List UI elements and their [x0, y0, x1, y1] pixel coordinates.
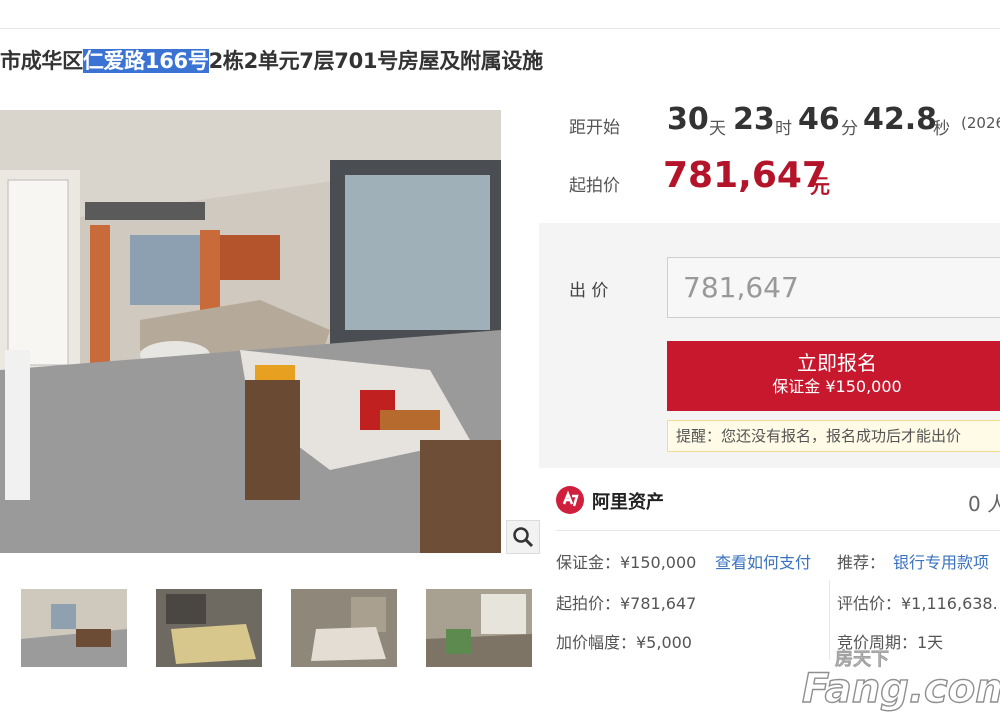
- thumbnail-1[interactable]: [21, 589, 127, 667]
- countdown-seconds: 42.8: [863, 102, 938, 137]
- thumbnail-image: [156, 589, 262, 667]
- main-photo[interactable]: [0, 110, 501, 553]
- register-button[interactable]: 立即报名 保证金 ¥150,000: [667, 341, 1000, 411]
- auction-cycle-info: 竞价周期：1天: [837, 633, 944, 652]
- thumbnail-4[interactable]: [426, 589, 532, 667]
- thumbnail-image: [291, 589, 397, 667]
- seller-count: 0 人: [968, 492, 1000, 516]
- increment-info: 加价幅度：¥5,000: [556, 633, 692, 652]
- title-prefix: 市成华区: [0, 49, 83, 73]
- how-to-pay-link[interactable]: 查看如何支付: [715, 549, 811, 573]
- start-price-info: 起拍价：¥781,647: [556, 594, 697, 613]
- thumbnail-3[interactable]: [291, 589, 397, 667]
- info-column-divider: [829, 580, 830, 660]
- bid-input[interactable]: 781,647: [667, 257, 1000, 318]
- start-price-unit: 元: [810, 174, 830, 198]
- bid-label: 出 价: [569, 281, 609, 301]
- thumbnail-image: [426, 589, 532, 667]
- countdown-days: 30: [667, 102, 709, 137]
- countdown-label: 距开始: [569, 118, 620, 138]
- countdown-hours: 23: [733, 102, 775, 137]
- register-notice: 提醒：您还没有报名，报名成功后才能出价: [667, 420, 1000, 452]
- zoom-button[interactable]: [506, 520, 540, 554]
- start-price-value: 781,647: [663, 155, 827, 196]
- recommend-label: 推荐：: [837, 553, 886, 572]
- countdown-minutes: 46: [798, 102, 840, 137]
- countdown-minutes-unit: 分: [841, 119, 858, 139]
- deposit-info: 保证金：¥150,000: [556, 553, 697, 572]
- ali-assets-logo: [556, 486, 584, 514]
- start-price-label: 起拍价: [569, 176, 620, 196]
- title-suffix: 2栋2单元7层701号房屋及附属设施: [208, 49, 544, 73]
- living-room-photo: [0, 110, 501, 553]
- seller-name[interactable]: 阿里资产: [592, 488, 664, 514]
- countdown-seconds-unit: 秒: [933, 119, 950, 139]
- thumbnail-2[interactable]: [156, 589, 262, 667]
- info-divider: [556, 530, 1000, 531]
- thumbnail-image: [21, 589, 127, 667]
- svg-text:Fang.com: Fang.com: [802, 666, 1000, 712]
- zoom-icon: [513, 527, 534, 548]
- title-highlight: 仁爱路166号: [82, 49, 209, 73]
- countdown-date: (2026: [961, 114, 1000, 132]
- appraisal-info: 评估价：¥1,116,638.: [837, 594, 998, 613]
- register-button-deposit: 保证金 ¥150,000: [772, 377, 902, 396]
- recommend-link[interactable]: 银行专用款项: [893, 549, 989, 573]
- countdown-hours-unit: 时: [775, 119, 792, 139]
- top-divider: [0, 28, 1000, 29]
- countdown-days-unit: 天: [709, 119, 726, 139]
- page-title: 市成华区仁爱路166号2栋2单元7层701号房屋及附属设施: [0, 46, 543, 76]
- register-button-label: 立即报名: [797, 351, 877, 375]
